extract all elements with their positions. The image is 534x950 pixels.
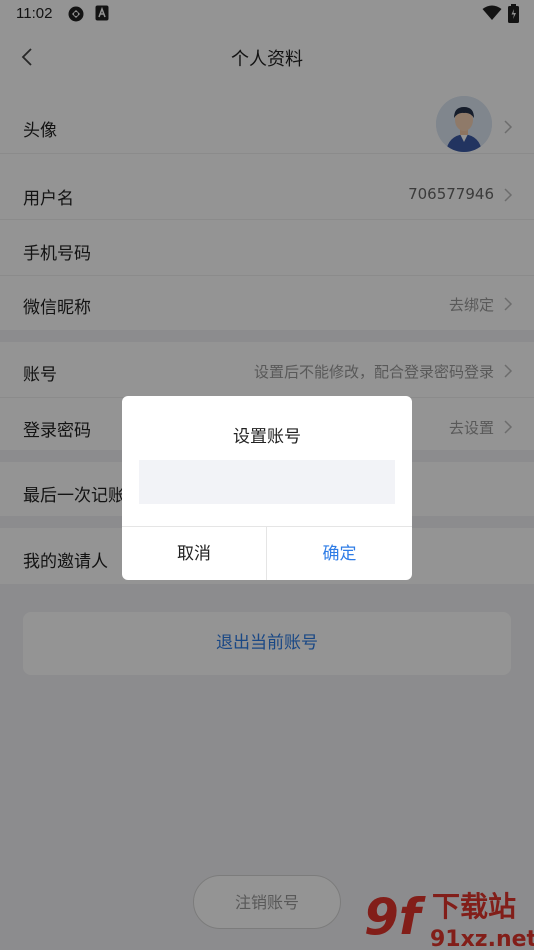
dialog-title: 设置账号 xyxy=(233,427,301,447)
account-input[interactable] xyxy=(139,460,395,504)
dialog-cancel-button[interactable]: 取消 xyxy=(122,527,267,580)
set-account-dialog: 设置账号 取消 确定 xyxy=(122,396,412,580)
dialog-button-bar: 取消 确定 xyxy=(122,526,412,580)
dialog-confirm-button[interactable]: 确定 xyxy=(267,527,412,580)
